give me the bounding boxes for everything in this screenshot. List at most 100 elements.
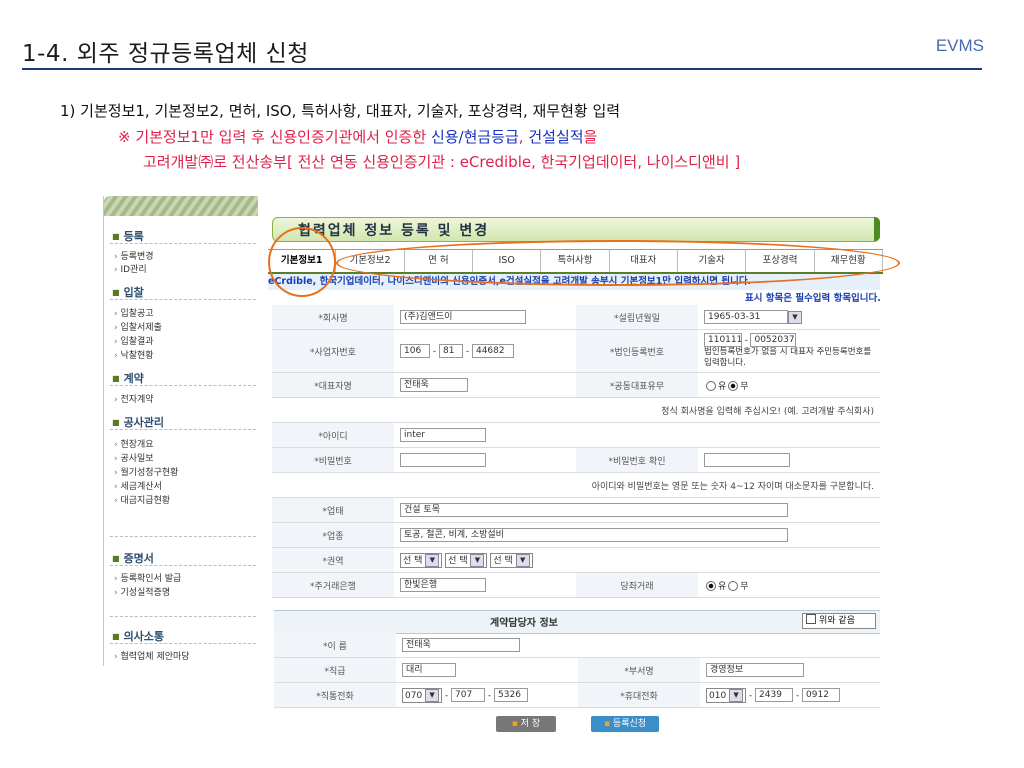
current-yes-radio[interactable] <box>706 581 716 591</box>
sidebar-header-pattern <box>104 196 261 216</box>
current-yes-label: 유 <box>718 581 727 592</box>
submit-registration-button[interactable]: ▪ 등록신청 <box>591 716 659 732</box>
contact-dept-label: *부서명 <box>578 657 700 683</box>
current-account-label: 당좌거래 <box>576 572 698 598</box>
submit-button-label: 등록신청 <box>612 719 647 729</box>
contact-rank-input[interactable]: 대리 <box>402 663 456 677</box>
direct-phone-2-input[interactable]: 707 <box>451 688 486 702</box>
sidebar-item-progress-cert[interactable]: 기성실적증명 <box>114 585 170 598</box>
save-button-label: 저 장 <box>520 719 541 729</box>
note1-part: ※ 기본정보1만 입력 후 신용인증기관에서 인증한 <box>118 128 431 146</box>
corp-no-label: *법인등록번호 <box>576 329 698 373</box>
divider <box>110 536 256 537</box>
sidebar-item-partner-proposal[interactable]: 협력업체 제안마당 <box>114 649 189 662</box>
sidebar-item-bid-result[interactable]: 입찰결과 <box>114 334 153 347</box>
mobile-prefix-select[interactable]: 010 ▼ <box>706 687 747 703</box>
sidebar-item-monthly-claim[interactable]: 월기성청구현황 <box>114 465 178 478</box>
current-no-radio[interactable] <box>728 581 739 591</box>
founded-label: *설립년월일 <box>576 305 698 330</box>
mobile-3-input[interactable]: 0912 <box>802 688 841 702</box>
password-hint: 아이디와 비밀번호는 영문 또는 숫자 4~12 자이며 대소문자를 구분합니다… <box>272 472 880 498</box>
founded-input[interactable]: 1965-03-31 <box>704 310 788 324</box>
divider <box>110 243 256 244</box>
contact-dept-input[interactable]: 경영정보 <box>706 663 804 677</box>
required-note: 표시 항목은 필수입력 항목입니다. <box>745 293 881 304</box>
corp-no-2-input[interactable]: 0052037 <box>750 333 797 347</box>
sidebar-section-bid[interactable]: 입찰 <box>112 284 144 300</box>
chevron-down-icon: ▼ <box>729 688 744 702</box>
region-select-2[interactable]: 선 택 ▼ <box>445 552 488 568</box>
sidebar-item-site-overview[interactable]: 현장개요 <box>114 437 153 450</box>
biz-no-2-input[interactable]: 81 <box>438 344 463 358</box>
mobile-label: *휴대전화 <box>578 682 700 708</box>
password-label: *비밀번호 <box>272 447 394 473</box>
divider <box>110 616 256 617</box>
company-name-label: *회사명 <box>272 305 394 330</box>
sidebar-item-tax-invoice[interactable]: 세금계산서 <box>114 479 161 492</box>
sidebar-item-payment-status[interactable]: 대금지급현황 <box>114 493 170 506</box>
sidebar-item-e-contract[interactable]: 전자계약 <box>114 392 153 405</box>
sidebar-section-register[interactable]: 등록 <box>112 228 144 244</box>
arrow-icon: ▪ <box>603 719 613 729</box>
sidebar-section-certificate[interactable]: 증명서 <box>112 550 154 566</box>
arrow-icon: ▪ <box>511 719 521 729</box>
sidebar-item-award-status[interactable]: 낙찰현황 <box>114 348 153 361</box>
sidebar-item-bid-submit[interactable]: 입찰서제출 <box>114 320 161 333</box>
password-confirm-label: *비밀번호 확인 <box>576 447 698 473</box>
note1-sep: , <box>518 128 529 146</box>
sidebar-item-register-change[interactable]: 등록변경 <box>114 249 153 262</box>
id-input[interactable]: inter <box>400 428 486 442</box>
bank-input[interactable]: 한빛은행 <box>400 578 486 592</box>
mobile-prefix: 010 <box>709 690 727 701</box>
company-name-input[interactable]: (주)김앤드이 <box>400 310 526 324</box>
region-select-3[interactable]: 선 택 ▼ <box>490 552 533 568</box>
chevron-down-icon: ▼ <box>515 553 530 567</box>
password-confirm-input[interactable] <box>704 453 790 467</box>
divider <box>110 385 256 386</box>
direct-phone-label: *직통전화 <box>274 682 396 708</box>
divider <box>110 643 256 644</box>
sidebar-section-communication[interactable]: 의사소통 <box>112 628 164 644</box>
joint-ceo-label: *공동대표유무 <box>576 372 698 398</box>
divider <box>110 429 256 430</box>
direct-phone-prefix-select[interactable]: 070 ▼ <box>402 687 443 703</box>
note1-construction-record: 건설실적 <box>528 128 584 146</box>
sidebar-item-daily-report[interactable]: 공사일보 <box>114 451 153 464</box>
contact-name-input[interactable]: 전태욱 <box>402 638 520 652</box>
sidebar-item-bid-notice[interactable]: 입찰공고 <box>114 306 153 319</box>
sidebar-section-contract[interactable]: 계약 <box>112 370 144 386</box>
chevron-down-icon: ▼ <box>425 688 440 702</box>
biz-type-input[interactable]: 건설 토목 <box>400 503 788 517</box>
chevron-down-icon[interactable]: ▼ <box>788 310 802 324</box>
ceo-input[interactable]: 전태욱 <box>400 378 468 392</box>
biz-type-label: *업태 <box>272 497 394 523</box>
region-select-2-text: 선 택 <box>448 555 468 566</box>
chevron-down-icon: ▼ <box>425 553 440 567</box>
note-line-1: ※ 기본정보1만 입력 후 신용인증기관에서 인증한 신용/현금등급, 건설실적… <box>118 126 597 147</box>
region-select-1[interactable]: 선 택 ▼ <box>400 552 443 568</box>
corp-no-1-input[interactable]: 110111 <box>704 333 742 347</box>
direct-phone-3-input[interactable]: 5326 <box>494 688 529 702</box>
joint-yes-radio[interactable] <box>706 381 716 391</box>
biz-item-input[interactable]: 토공, 철콘, 비계, 소방설비 <box>400 528 788 542</box>
biz-item-label: *업종 <box>272 522 394 548</box>
mobile-2-input[interactable]: 2439 <box>755 688 794 702</box>
ceo-label: *대표자명 <box>272 372 394 398</box>
brand-label: EVMS <box>935 36 984 55</box>
same-as-above-label: 위와 같음 <box>819 616 855 626</box>
highlight-oval-basic-info <box>268 227 336 297</box>
save-button[interactable]: ▪ 저 장 <box>496 716 556 732</box>
sidebar-section-construction[interactable]: 공사관리 <box>112 414 164 430</box>
joint-no-label: 무 <box>740 381 749 392</box>
biz-no-1-input[interactable]: 106 <box>400 344 430 358</box>
joint-no-radio[interactable] <box>728 381 739 391</box>
sidebar-item-id-manage[interactable]: ID관리 <box>114 262 146 275</box>
biz-no-3-input[interactable]: 44682 <box>471 344 514 358</box>
password-input[interactable] <box>400 453 486 467</box>
banner-cap <box>874 217 880 241</box>
region-select-3-text: 선 택 <box>493 555 513 566</box>
bank-label: *주거래은행 <box>272 572 394 598</box>
same-as-above-checkbox[interactable]: 위와 같음 <box>802 613 876 629</box>
company-hint: 정식 회사명을 입력해 주십시오! (예. 고려개발 주식회사) <box>272 397 880 423</box>
sidebar-item-reg-cert[interactable]: 등록확인서 발급 <box>114 571 181 584</box>
